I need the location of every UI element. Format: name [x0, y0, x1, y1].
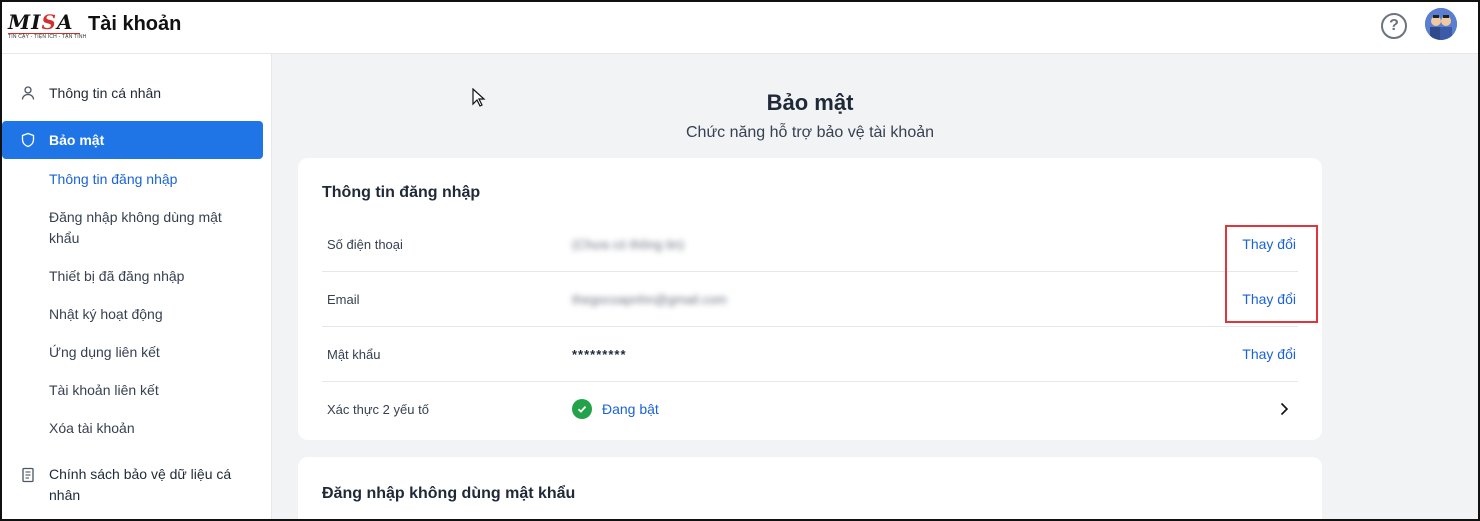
two-factor-status: Đang bật [572, 399, 659, 419]
card-title: Đăng nhập không dùng mật khẩu [322, 485, 576, 502]
sidebar-subitem-activity-log[interactable]: Nhật ký hoạt động [49, 304, 249, 325]
email-value: thegocoapnhn@gmail.com [572, 292, 727, 307]
two-factor-label: Xác thực 2 yếu tố [327, 402, 429, 417]
highlight-box [1225, 225, 1318, 323]
sidebar-item-personal-info[interactable]: Thông tin cá nhân [2, 80, 263, 106]
chevron-right-icon[interactable] [1276, 401, 1292, 417]
email-label: Email [327, 292, 360, 307]
sidebar-item-label: Thông tin cá nhân [49, 85, 162, 101]
page-title: Bảo mật [766, 90, 854, 115]
help-icon[interactable]: ? [1381, 13, 1407, 39]
passwordless-card: Đăng nhập không dùng mật khẩu [298, 457, 1322, 521]
top-header: MISA TIN CẬY - TIỆN ÍCH - TẬN TÌNH Tài k… [0, 0, 1480, 54]
misa-logo[interactable]: MISA TIN CẬY - TIỆN ÍCH - TẬN TÌNH [8, 10, 87, 42]
app-title: Tài khoản [88, 13, 182, 35]
sidebar: Thông tin cá nhân Bảo mật Thông tin đăng… [0, 54, 272, 521]
logo-tagline: TIN CẬY - TIỆN ÍCH - TẬN TÌNH [8, 33, 87, 40]
phone-value: (Chưa có thông tin) [572, 237, 685, 252]
sidebar-item-label: Bảo mật [49, 132, 105, 148]
sidebar-subitem-passwordless[interactable]: Đăng nhập không dùng mật khẩu [49, 207, 249, 249]
sidebar-item-label: Chính sách bảo vệ dữ liệu cá nhân [49, 466, 232, 503]
sidebar-item-security[interactable]: Bảo mật [2, 121, 263, 159]
change-password-link[interactable]: Thay đổi [1242, 327, 1296, 382]
password-label: Mật khẩu [327, 347, 381, 362]
sidebar-subitem-delete-account[interactable]: Xóa tài khoản [49, 418, 249, 439]
mouse-cursor-icon [472, 88, 486, 107]
card-title: Thông tin đăng nhập [322, 184, 481, 201]
logo-text: MISA [8, 10, 74, 34]
two-factor-row[interactable]: Xác thực 2 yếu tố Đang bật [322, 382, 1298, 437]
sidebar-subitem-login-info[interactable]: Thông tin đăng nhập [49, 169, 249, 190]
login-info-card: Thông tin đăng nhập Số điện thoại (Chưa … [298, 158, 1322, 440]
password-row: Mật khẩu ********* Thay đổi [322, 327, 1298, 382]
sidebar-subitem-devices[interactable]: Thiết bị đã đăng nhập [49, 266, 249, 287]
sidebar-item-privacy-policy[interactable]: Chính sách bảo vệ dữ liệu cá nhân [2, 464, 263, 508]
two-factor-status-text: Đang bật [602, 401, 659, 417]
sidebar-subitem-linked-apps[interactable]: Ứng dụng liên kết [49, 342, 249, 363]
user-icon [21, 86, 35, 100]
shield-icon [21, 132, 35, 148]
email-row: Email thegocoapnhn@gmail.com Thay đổi [322, 272, 1298, 327]
avatar-image [1425, 8, 1457, 40]
password-value: ********* [572, 347, 627, 362]
avatar[interactable] [1425, 8, 1457, 40]
page-subtitle: Chức năng hỗ trợ bảo vệ tài khoản [685, 124, 935, 141]
document-icon [22, 467, 34, 483]
check-circle-icon [572, 399, 592, 419]
phone-label: Số điện thoại [327, 237, 403, 252]
sidebar-subitem-linked-accounts[interactable]: Tài khoản liên kết [49, 380, 249, 401]
phone-row: Số điện thoại (Chưa có thông tin) Thay đ… [322, 217, 1298, 272]
